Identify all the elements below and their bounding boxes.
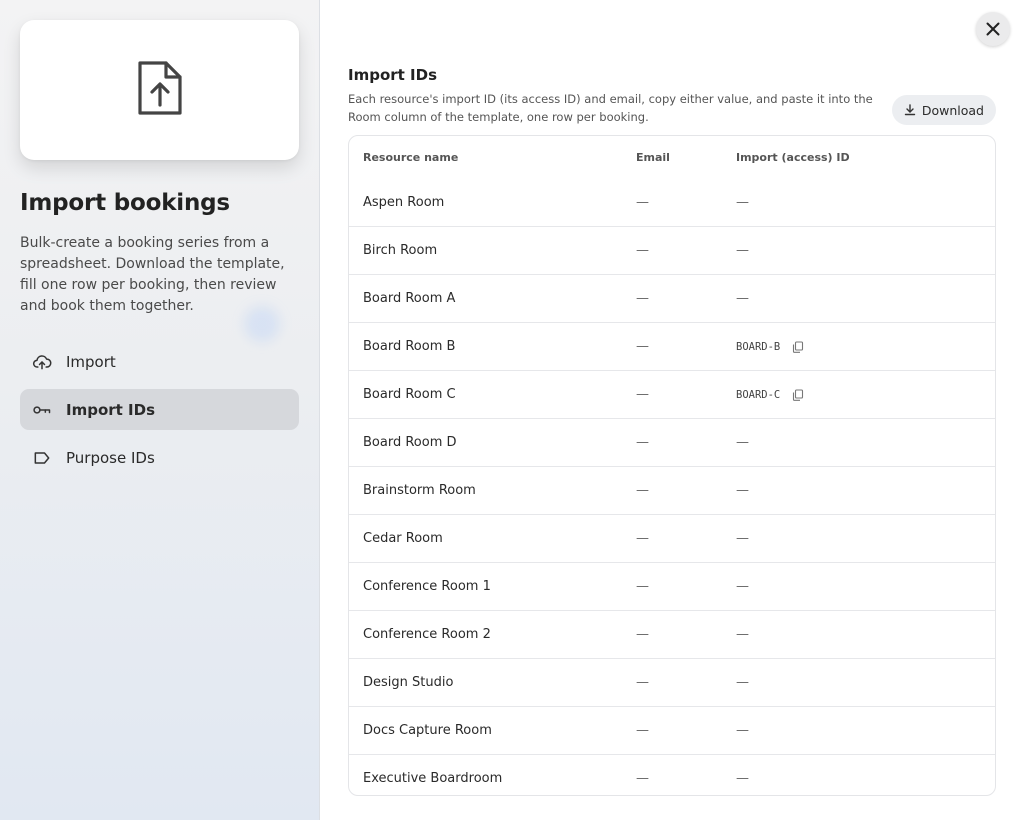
- import-id-cell: —: [736, 771, 995, 786]
- section-description: Each resource's import ID (its access ID…: [348, 92, 873, 124]
- sidebar-item-label: Import: [66, 352, 116, 371]
- page-title: Import bookings: [20, 190, 230, 216]
- copy-icon[interactable]: [792, 340, 804, 353]
- import-id-value: —: [736, 723, 749, 738]
- table-row: Docs Capture Room — —: [349, 707, 995, 755]
- table-row: Board Room D — —: [349, 419, 995, 467]
- column-header-email: Email: [636, 151, 670, 164]
- import-id-value: —: [736, 291, 749, 306]
- import-id-value: —: [736, 243, 749, 258]
- sidebar-item-label: Import IDs: [66, 400, 156, 419]
- copy-icon[interactable]: [792, 388, 804, 401]
- resource-name-cell: Board Room A: [363, 291, 456, 306]
- table-row: Conference Room 1 — —: [349, 563, 995, 611]
- resource-name-cell: Executive Boardroom: [363, 771, 503, 786]
- import-id-value: —: [736, 435, 749, 450]
- email-cell: —: [636, 579, 649, 594]
- download-icon: [904, 104, 922, 116]
- table-body: Aspen Room — — Birch Room — — Board Room A — — Bo…: [349, 179, 995, 795]
- import-id-cell: —: [736, 435, 995, 450]
- email-cell: —: [636, 291, 649, 306]
- import-id-cell: —: [736, 195, 995, 210]
- email-cell: —: [636, 435, 649, 450]
- resource-name-cell: Board Room B: [363, 339, 456, 354]
- resource-name-cell: Birch Room: [363, 243, 438, 258]
- import-id-cell: —: [736, 627, 995, 642]
- table-row: Board Room C — BOARD-C: [349, 371, 995, 419]
- import-id-cell: BOARD-C: [736, 389, 995, 401]
- email-cell: —: [636, 771, 649, 786]
- import-id-cell: —: [736, 243, 995, 258]
- section-title: Import IDs: [348, 66, 438, 84]
- import-id-cell: —: [736, 483, 995, 498]
- sidebar-item-import[interactable]: Import: [20, 341, 299, 382]
- import-id-value: —: [736, 675, 749, 690]
- import-id-cell: BOARD-B: [736, 341, 995, 353]
- sidebar-item-label: Purpose IDs: [66, 448, 155, 467]
- table-row: Board Room A — —: [349, 275, 995, 323]
- import-id-value: BOARD-B: [736, 340, 781, 353]
- import-id-value: —: [736, 195, 749, 210]
- resource-name-cell: Conference Room 2: [363, 627, 491, 642]
- table-row: Design Studio — —: [349, 659, 995, 707]
- resource-name-cell: Aspen Room: [363, 195, 445, 210]
- import-id-cell: —: [736, 675, 995, 690]
- table-row: Birch Room — —: [349, 227, 995, 275]
- email-cell: —: [636, 195, 649, 210]
- email-cell: —: [636, 723, 649, 738]
- import-id-value: —: [736, 579, 749, 594]
- cloud-upload-icon: [31, 351, 53, 373]
- hero-card: [20, 20, 299, 160]
- key-icon: [31, 399, 53, 421]
- import-ids-table: Resource name Email Import (access) ID A…: [348, 135, 996, 796]
- column-header-import-id: Import (access) ID: [736, 151, 850, 164]
- email-cell: —: [636, 675, 649, 690]
- email-cell: —: [636, 531, 649, 546]
- import-id-cell: —: [736, 579, 995, 594]
- resource-name-cell: Board Room C: [363, 387, 456, 402]
- column-header-resource-name: Resource name: [363, 151, 459, 164]
- resource-name-cell: Cedar Room: [363, 531, 443, 546]
- main-panel: Import IDs Each resource's import ID (it…: [320, 0, 1024, 820]
- import-id-cell: —: [736, 531, 995, 546]
- download-label: Download: [921, 102, 984, 118]
- import-id-cell: —: [736, 291, 995, 306]
- table-row: Cedar Room — —: [349, 515, 995, 563]
- email-cell: —: [636, 627, 649, 642]
- email-cell: —: [636, 243, 649, 258]
- import-id-value: BOARD-C: [736, 388, 781, 401]
- table-row: Board Room B — BOARD-B: [349, 323, 995, 371]
- resource-name-cell: Docs Capture Room: [363, 723, 492, 738]
- import-id-cell: —: [736, 723, 995, 738]
- page-description: Bulk-create a booking series from a spre…: [20, 235, 285, 314]
- tag-icon: [31, 447, 53, 469]
- table-row: Brainstorm Room — —: [349, 467, 995, 515]
- resource-name-cell: Board Room D: [363, 435, 457, 450]
- import-id-value: —: [736, 531, 749, 546]
- sidebar-item-purpose-ids[interactable]: Purpose IDs: [20, 437, 299, 478]
- import-id-value: —: [736, 627, 749, 642]
- sidebar-item-import-ids[interactable]: Import IDs: [20, 389, 299, 430]
- table-row: Aspen Room — —: [349, 179, 995, 227]
- table-header: Resource name Email Import (access) ID: [349, 136, 995, 179]
- table-row: Conference Room 2 — —: [349, 611, 995, 659]
- email-cell: —: [636, 339, 649, 354]
- resource-name-cell: Conference Room 1: [363, 579, 491, 594]
- close-button[interactable]: [976, 12, 1010, 46]
- file-upload-icon: [136, 59, 184, 122]
- import-id-value: —: [736, 771, 749, 786]
- left-panel: Import bookings Bulk-create a booking se…: [0, 0, 320, 820]
- email-cell: —: [636, 387, 649, 402]
- import-id-value: —: [736, 483, 749, 498]
- close-icon: [985, 21, 1001, 37]
- table-row: Executive Boardroom — —: [349, 755, 995, 795]
- email-cell: —: [636, 483, 649, 498]
- resource-name-cell: Design Studio: [363, 675, 454, 690]
- resource-name-cell: Brainstorm Room: [363, 483, 476, 498]
- download-button[interactable]: Download: [891, 95, 996, 125]
- sidebar-nav: Import Import IDs Purpose IDs: [20, 341, 299, 485]
